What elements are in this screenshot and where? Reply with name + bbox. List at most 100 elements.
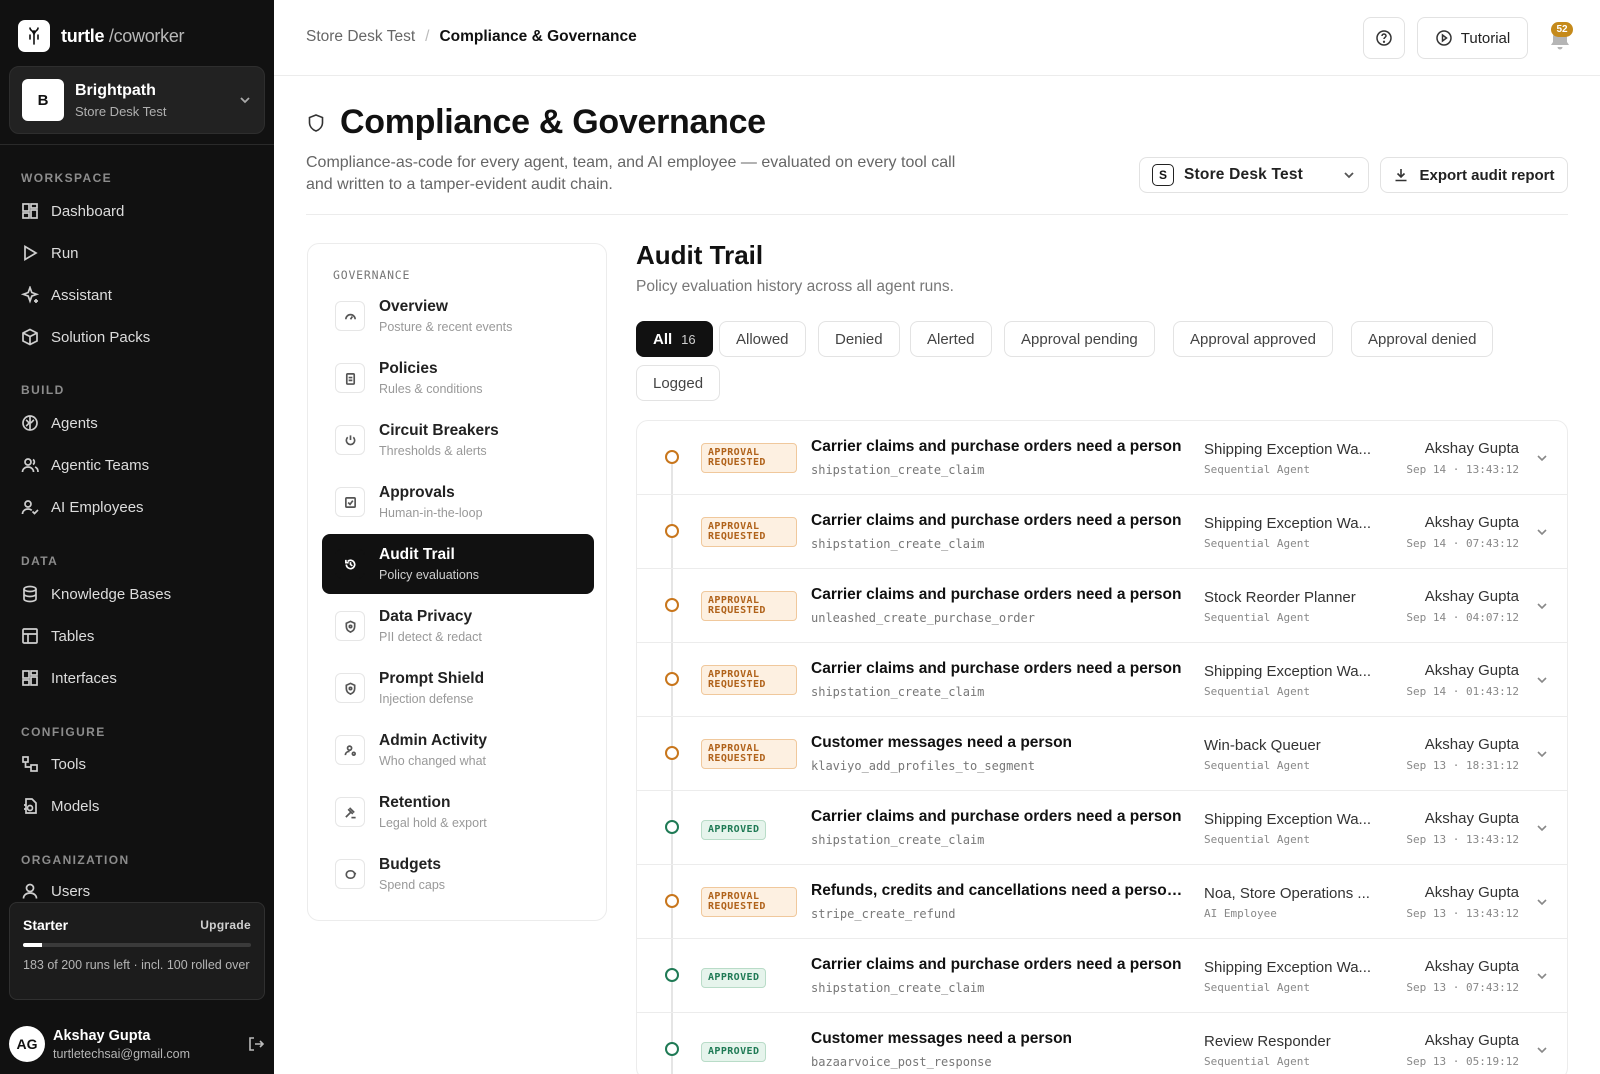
- event-user: Akshay Gupta: [1424, 588, 1519, 605]
- gavel-icon: [335, 797, 365, 827]
- chevron-down-icon[interactable]: [1535, 451, 1549, 465]
- page-description: Compliance-as-code for every agent, team…: [306, 154, 956, 193]
- sidebar-item-tables[interactable]: Tables: [21, 625, 94, 647]
- sidebar-item-users[interactable]: Users: [21, 880, 90, 902]
- org-workspace: Store Desk Test: [75, 103, 167, 119]
- governance-item-overview[interactable]: Overview Posture & recent events: [322, 286, 594, 346]
- nav-section-build: BUILD: [21, 383, 65, 397]
- sidebar-item-assistant[interactable]: Assistant: [21, 284, 112, 306]
- filter-chip-denied[interactable]: Denied: [818, 321, 900, 357]
- sidebar-item-solution-packs[interactable]: Solution Packs: [21, 326, 150, 348]
- governance-item-prompt-shield[interactable]: Prompt Shield Injection defense: [322, 658, 594, 718]
- user-email: turtletechsai@gmail.com: [53, 1046, 191, 1061]
- audit-event-row[interactable]: APPROVAL REQUESTED Customer messages nee…: [637, 717, 1567, 791]
- store-select[interactable]: S Store Desk Test: [1139, 157, 1369, 193]
- logout-icon[interactable]: [247, 1035, 265, 1053]
- brain-icon: [22, 415, 38, 431]
- governance-item-retention[interactable]: Retention Legal hold & export: [322, 782, 594, 842]
- event-user: Akshay Gupta: [1424, 514, 1519, 531]
- upgrade-button[interactable]: Upgrade: [200, 918, 251, 932]
- help-icon: [1376, 30, 1392, 46]
- event-agent: Shipping Exception Wa...: [1204, 515, 1372, 532]
- event-agent-type: Sequential Agent: [1204, 1055, 1310, 1068]
- user-profile[interactable]: AG Akshay Gupta turtletechsai@gmail.com: [9, 1024, 265, 1064]
- filter-chip-approval-approved[interactable]: Approval approved: [1173, 321, 1333, 357]
- chevron-down-icon: [240, 97, 250, 104]
- governance-item-approvals[interactable]: Approvals Human-in-the-loop: [322, 472, 594, 532]
- layout-icon: [22, 670, 38, 686]
- governance-item-data-privacy[interactable]: Data Privacy PII detect & redact: [322, 596, 594, 656]
- chevron-down-icon[interactable]: [1535, 1043, 1549, 1057]
- filter-chip-approval-denied[interactable]: Approval denied: [1351, 321, 1494, 357]
- event-timestamp: Sep 13 · 07:43:12: [1406, 981, 1519, 994]
- users-icon: [21, 458, 39, 473]
- nav-section-data: DATA: [21, 554, 59, 568]
- chevron-down-icon[interactable]: [1535, 525, 1549, 539]
- sidebar-item-agentic-teams[interactable]: Agentic Teams: [21, 454, 149, 476]
- event-timestamp: Sep 13 · 13:43:12: [1406, 833, 1519, 846]
- filter-chip-all[interactable]: All 16: [636, 321, 713, 357]
- governance-nav: GOVERNANCE Overview Posture & recent even…: [307, 243, 607, 921]
- breadcrumb-parent[interactable]: Store Desk Test: [306, 28, 415, 46]
- event-timestamp: Sep 14 · 13:43:12: [1406, 463, 1519, 476]
- filter-chip-allowed[interactable]: Allowed: [719, 321, 806, 357]
- tutorial-button[interactable]: Tutorial: [1417, 17, 1528, 59]
- event-agent-type: Sequential Agent: [1204, 833, 1310, 846]
- governance-item-audit-trail[interactable]: Audit Trail Policy evaluations: [322, 534, 594, 594]
- audit-event-row[interactable]: APPROVAL REQUESTED Carrier claims and pu…: [637, 421, 1567, 495]
- event-tool: shipstation_create_claim: [811, 981, 985, 995]
- chevron-down-icon[interactable]: [1535, 895, 1549, 909]
- audit-event-row[interactable]: APPROVAL REQUESTED Carrier claims and pu…: [637, 643, 1567, 717]
- governance-item-label: Retention: [379, 794, 451, 811]
- audit-event-row[interactable]: APPROVED Carrier claims and purchase ord…: [637, 939, 1567, 1013]
- brand[interactable]: turtle /coworker: [18, 20, 185, 52]
- governance-item-policies[interactable]: Policies Rules & conditions: [322, 348, 594, 408]
- sidebar-item-models[interactable]: Models: [21, 795, 99, 817]
- governance-item-circuit-breakers[interactable]: Circuit Breakers Thresholds & alerts: [322, 410, 594, 470]
- event-timestamp: Sep 13 · 18:31:12: [1406, 759, 1519, 772]
- play-circle-icon: [1436, 30, 1452, 46]
- filter-chip-logged[interactable]: Logged: [636, 365, 721, 401]
- audit-event-row[interactable]: APPROVED Carrier claims and purchase ord…: [637, 791, 1567, 865]
- status-badge: APPROVAL REQUESTED: [701, 887, 797, 917]
- sidebar-item-agents[interactable]: Agents: [21, 412, 98, 434]
- governance-item-label: Budgets: [379, 856, 441, 873]
- audit-event-row[interactable]: APPROVED Customer messages need a person…: [637, 1013, 1567, 1074]
- governance-item-budgets[interactable]: Budgets Spend caps: [322, 844, 594, 904]
- event-user: Akshay Gupta: [1424, 662, 1519, 679]
- nav-section-workspace: WORKSPACE: [21, 171, 113, 185]
- audit-event-row[interactable]: APPROVAL REQUESTED Refunds, credits and …: [637, 865, 1567, 939]
- sidebar-item-dashboard[interactable]: Dashboard: [21, 200, 124, 222]
- sidebar-item-run[interactable]: Run: [21, 242, 79, 264]
- sidebar-item-ai-employees[interactable]: AI Employees: [21, 496, 144, 518]
- sidebar-item-interfaces[interactable]: Interfaces: [21, 667, 117, 689]
- event-agent: Shipping Exception Wa...: [1204, 441, 1372, 458]
- governance-item-admin-activity[interactable]: Admin Activity Who changed what: [322, 720, 594, 780]
- help-button[interactable]: [1363, 17, 1405, 59]
- piggy-bank-icon: [335, 859, 365, 889]
- user-check-icon: [21, 500, 39, 515]
- audit-event-row[interactable]: APPROVAL REQUESTED Carrier claims and pu…: [637, 495, 1567, 569]
- chevron-down-icon[interactable]: [1535, 599, 1549, 613]
- status-dot: [665, 820, 679, 834]
- chevron-down-icon[interactable]: [1535, 821, 1549, 835]
- org-switcher[interactable]: B Brightpath Store Desk Test: [9, 66, 265, 134]
- event-agent-type: Sequential Agent: [1204, 685, 1310, 698]
- governance-item-label: Data Privacy: [379, 608, 473, 625]
- sidebar-item-knowledge-bases[interactable]: Knowledge Bases: [21, 583, 171, 605]
- status-dot: [665, 894, 679, 908]
- filter-chip-approval-pending[interactable]: Approval pending: [1004, 321, 1155, 357]
- filter-chip-count: 16: [681, 331, 696, 347]
- chevron-down-icon[interactable]: [1535, 969, 1549, 983]
- chevron-down-icon[interactable]: [1535, 747, 1549, 761]
- page-title-row: Compliance & Governance: [306, 103, 766, 142]
- sidebar-item-tools[interactable]: Tools: [21, 753, 86, 775]
- status-badge: APPROVED: [701, 1042, 767, 1062]
- chevron-down-icon[interactable]: [1535, 673, 1549, 687]
- status-badge: APPROVAL REQUESTED: [701, 739, 797, 769]
- filter-chip-alerted[interactable]: Alerted: [910, 321, 992, 357]
- audit-event-row[interactable]: APPROVAL REQUESTED Carrier claims and pu…: [637, 569, 1567, 643]
- plan-usage-fill: [23, 943, 43, 947]
- export-audit-report-button[interactable]: Export audit report: [1380, 157, 1568, 193]
- topbar: Store Desk Test / Compliance & Governanc…: [274, 0, 1600, 76]
